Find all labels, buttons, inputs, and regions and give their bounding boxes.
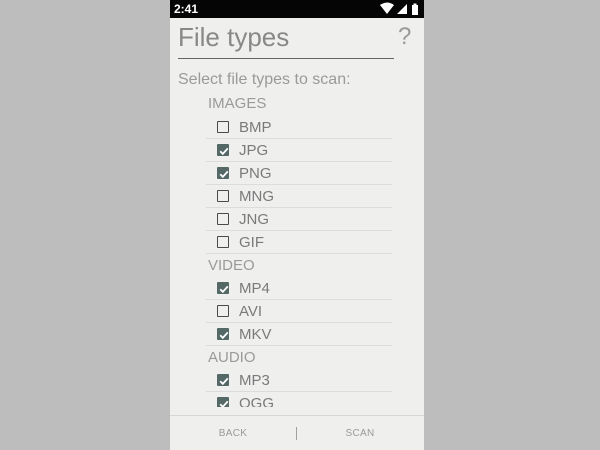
file-type-label: MP4 — [239, 280, 270, 297]
bottom-action-bar: BACK SCAN — [170, 415, 424, 450]
file-type-row-mp3[interactable]: MP3 — [206, 369, 392, 392]
file-type-label: MP3 — [239, 372, 270, 389]
checkbox[interactable] — [217, 374, 229, 386]
file-type-row-mkv[interactable]: MKV — [206, 323, 392, 346]
checkbox[interactable] — [217, 167, 229, 179]
file-type-list[interactable]: IMAGES BMP JPG PNG MNG JNG GIF VIDEO MP4… — [170, 93, 424, 407]
file-type-row-bmp[interactable]: BMP — [206, 116, 392, 139]
checkbox[interactable] — [217, 397, 229, 407]
category-title-video: VIDEO — [208, 257, 255, 274]
file-type-label: PNG — [239, 165, 272, 182]
back-button[interactable]: BACK — [170, 416, 296, 450]
file-type-label: OGG — [239, 395, 275, 407]
file-type-label: JPG — [239, 142, 269, 159]
scan-button[interactable]: SCAN — [297, 416, 423, 450]
header-divider — [178, 58, 394, 59]
file-type-label: MKV — [239, 326, 272, 343]
checkbox[interactable] — [217, 282, 229, 294]
battery-icon — [412, 3, 418, 15]
file-type-row-ogg[interactable]: OGG — [206, 392, 392, 407]
phone-screen: 2:41 File types ? Select file types to s… — [170, 0, 424, 450]
category-title-images: IMAGES — [208, 95, 267, 112]
status-time: 2:41 — [174, 2, 199, 16]
file-type-row-avi[interactable]: AVI — [206, 300, 392, 323]
page-title: File types — [178, 22, 290, 52]
category-title-audio: AUDIO — [208, 349, 256, 366]
file-type-row-jpg[interactable]: JPG — [206, 139, 392, 162]
file-type-row-mp4[interactable]: MP4 — [206, 277, 392, 300]
scan-prompt: Select file types to scan: — [178, 71, 351, 88]
file-type-row-gif[interactable]: GIF — [206, 231, 392, 254]
wifi-icon — [380, 2, 394, 14]
status-icons — [380, 2, 420, 16]
cellular-signal-icon — [397, 4, 407, 14]
file-type-row-png[interactable]: PNG — [206, 162, 392, 185]
file-type-label: GIF — [239, 234, 264, 251]
file-type-label: AVI — [239, 303, 263, 320]
status-bar: 2:41 — [170, 0, 424, 18]
checkbox[interactable] — [217, 236, 229, 248]
file-type-label: MNG — [239, 188, 274, 205]
checkbox[interactable] — [217, 305, 229, 317]
file-type-label: JNG — [239, 211, 269, 228]
checkbox[interactable] — [217, 213, 229, 225]
checkbox[interactable] — [217, 121, 229, 133]
checkbox[interactable] — [217, 190, 229, 202]
checkbox[interactable] — [217, 144, 229, 156]
file-type-label: BMP — [239, 119, 272, 136]
help-icon[interactable]: ? — [398, 22, 411, 52]
file-type-row-mng[interactable]: MNG — [206, 185, 392, 208]
checkbox[interactable] — [217, 328, 229, 340]
file-type-row-jng[interactable]: JNG — [206, 208, 392, 231]
